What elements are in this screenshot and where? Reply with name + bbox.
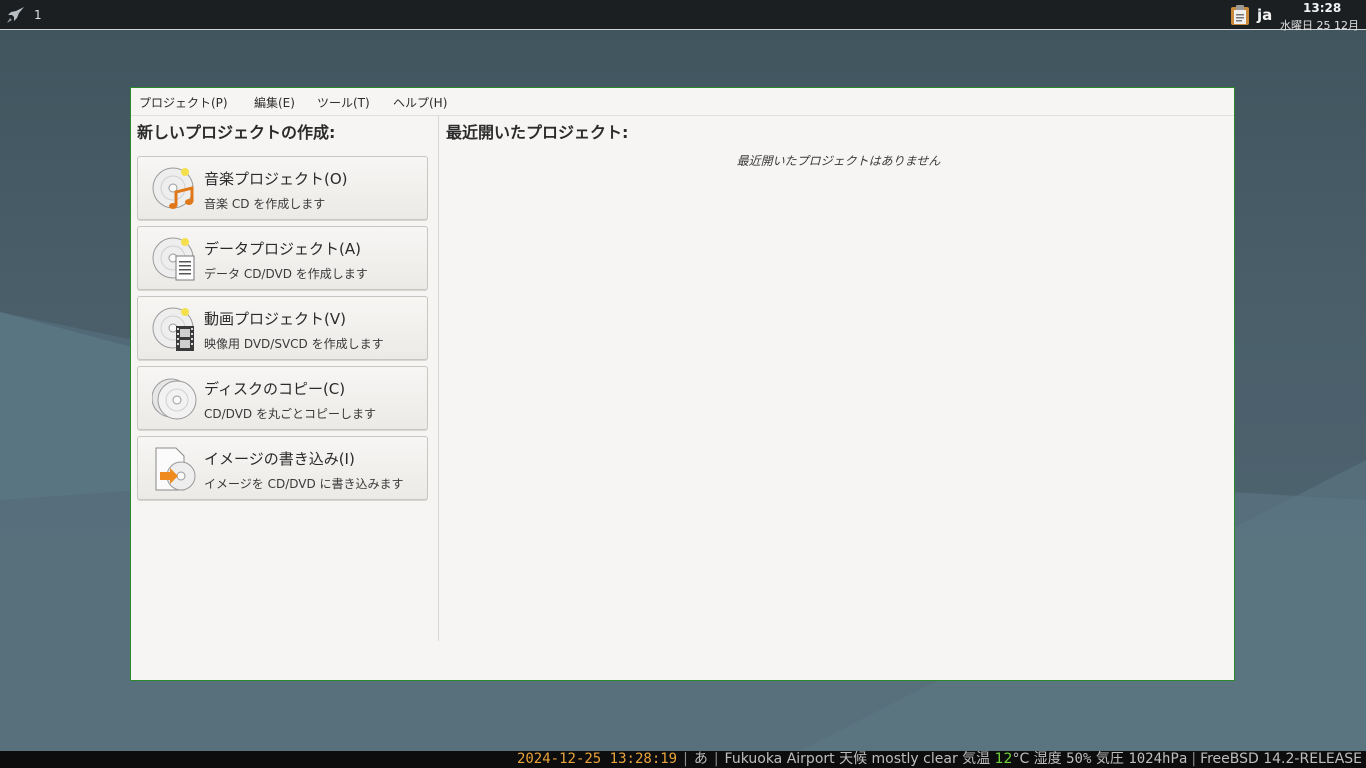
new-project-heading: 新しいプロジェクトの作成: <box>137 123 336 142</box>
rocket-launcher-icon[interactable] <box>6 6 26 24</box>
status-datetime: 2024-12-25 13:28:19 <box>516 751 678 767</box>
menu-help[interactable]: ヘルプ(H) <box>393 94 447 111</box>
new-project-pane: 新しいプロジェクトの作成: 音楽プロジェクト(O) 音楽 CD を作成します デ… <box>131 116 439 641</box>
audio-disc-icon <box>152 166 198 212</box>
image-burn-title: イメージの書き込み(I) <box>204 450 355 468</box>
status-location: Fukuoka Airport <box>724 751 835 767</box>
audio-project-desc: 音楽 CD を作成します <box>204 197 326 211</box>
data-disc-icon <box>152 236 198 282</box>
image-burn-button[interactable]: イメージの書き込み(I) イメージを CD/DVD に書き込みます <box>137 436 428 500</box>
status-weather: mostly clear <box>871 751 958 767</box>
clock-time[interactable]: 13:28 <box>1303 1 1341 15</box>
audio-project-button[interactable]: 音楽プロジェクト(O) 音楽 CD を作成します <box>137 156 428 220</box>
image-burn-icon <box>152 446 198 492</box>
video-project-title: 動画プロジェクト(V) <box>204 310 346 328</box>
status-temp-unit: °C <box>1012 751 1030 767</box>
disc-copy-icon <box>151 376 198 422</box>
video-project-button[interactable]: 動画プロジェクト(V) 映像用 DVD/SVCD を作成します <box>137 296 428 360</box>
video-project-desc: 映像用 DVD/SVCD を作成します <box>204 337 384 351</box>
menu-tools[interactable]: ツール(T) <box>317 94 370 111</box>
recent-projects-empty-message: 最近開いたプロジェクトはありません <box>736 154 941 168</box>
clock-date[interactable]: 水曜日 25 12月 <box>1280 17 1366 33</box>
clipboard-icon[interactable] <box>1229 4 1251 26</box>
input-language-indicator[interactable]: ja <box>1257 6 1272 24</box>
disc-copy-title: ディスクのコピー(C) <box>204 380 346 398</box>
recent-projects-heading: 最近開いたプロジェクト: <box>446 123 629 142</box>
audio-project-title: 音楽プロジェクト(O) <box>204 170 348 188</box>
status-temp: 12 <box>994 751 1013 767</box>
disc-copy-button[interactable]: ディスクのコピー(C) CD/DVD を丸ごとコピーします <box>137 366 428 430</box>
disc-copy-desc: CD/DVD を丸ごとコピーします <box>204 407 376 421</box>
status-humidity: 50% <box>1066 751 1092 767</box>
workspace-indicator[interactable]: 1 <box>34 8 42 22</box>
status-pressure-label: 気圧 <box>1095 751 1124 767</box>
menu-edit[interactable]: 編集(E) <box>254 94 295 111</box>
top-panel: 1 ja 13:28 水曜日 25 12月 <box>0 0 1366 33</box>
status-ime: あ <box>693 751 708 767</box>
burner-app-window: プロジェクト(P) 編集(E) ツール(T) ヘルプ(H) 新しいプロジェクトの… <box>130 87 1235 681</box>
menu-project[interactable]: プロジェクト(P) <box>139 94 228 111</box>
video-disc-icon <box>152 306 198 352</box>
status-humidity-label: 湿度 <box>1033 751 1062 767</box>
status-os: FreeBSD 14.2-RELEASE <box>1200 751 1362 767</box>
data-project-desc: データ CD/DVD を作成します <box>204 267 368 281</box>
status-pressure: 1024hPa <box>1128 751 1188 767</box>
status-temp-label: 気温 <box>962 751 991 767</box>
status-weather-label: 天候 <box>839 751 868 767</box>
image-burn-desc: イメージを CD/DVD に書き込みます <box>204 477 404 491</box>
status-bar: 2024-12-25 13:28:19 | あ | Fukuoka Airport 天候… <box>0 751 1366 768</box>
data-project-button[interactable]: データプロジェクト(A) データ CD/DVD を作成します <box>137 226 428 290</box>
data-project-title: データプロジェクト(A) <box>204 240 361 258</box>
menubar: プロジェクト(P) 編集(E) ツール(T) ヘルプ(H) <box>131 88 1234 116</box>
